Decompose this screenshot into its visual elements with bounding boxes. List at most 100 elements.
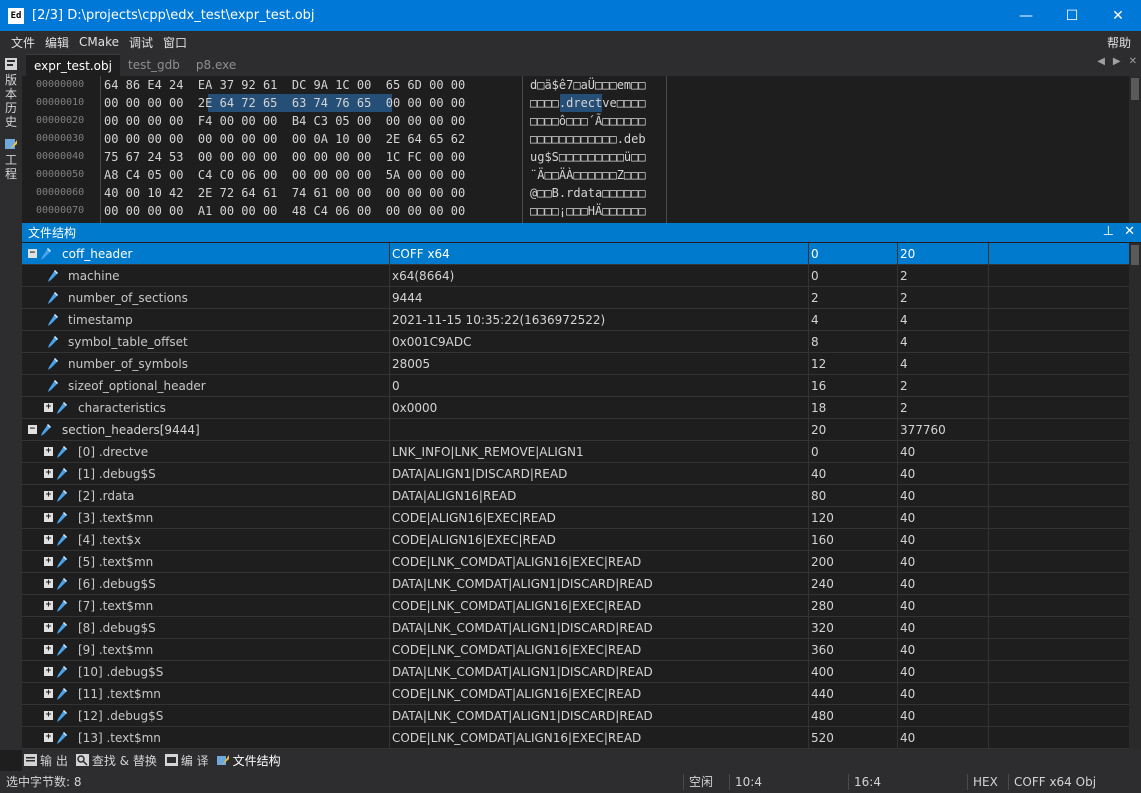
hex-bytes[interactable]: 00 00 00 00 A1 00 00 00 48 C4 06 00 00 0… <box>104 202 465 220</box>
hex-row[interactable]: 00000040 75 67 24 53 00 00 00 00 00 00 00… <box>22 148 1122 166</box>
menu-help[interactable]: 帮助 <box>1107 34 1131 51</box>
tree-scrollbar-thumb[interactable] <box>1131 245 1139 265</box>
menu-cmake[interactable]: CMake <box>74 35 124 49</box>
tree-row[interactable]: + [12] .debug$S DATA|LNK_COMDAT|ALIGN1|DIS… <box>22 705 1129 727</box>
hex-bytes[interactable]: 64 86 E4 24 EA 37 92 61 DC 9A 1C 00 65 6… <box>104 76 465 94</box>
hex-ascii[interactable]: @□□B.rdata□□□□□□ <box>530 184 646 202</box>
menu-window[interactable]: 窗口 <box>158 34 192 51</box>
hex-row[interactable]: 00000060 40 00 10 42 2E 72 64 61 74 61 00… <box>22 184 1122 202</box>
tab-expr-test-obj[interactable]: expr_test.obj <box>26 54 120 76</box>
tree-row[interactable]: + [2] .rdata DATA|ALIGN16|READ 80 40 <box>22 485 1129 507</box>
expand-icon[interactable]: + <box>44 491 53 500</box>
tree-scrollbar[interactable] <box>1129 243 1141 749</box>
tree-row[interactable]: + [11] .text$mn CODE|LNK_COMDAT|ALIGN16|EX… <box>22 683 1129 705</box>
tree-row[interactable]: + characteristics 0x0000 18 2 <box>22 397 1129 419</box>
expand-icon[interactable]: + <box>44 469 53 478</box>
tab-scroll-right-icon[interactable]: ▶ <box>1113 56 1121 67</box>
tree-row[interactable]: + [13] .text$mn CODE|LNK_COMDAT|ALIGN16|EX… <box>22 727 1129 749</box>
expand-icon[interactable]: + <box>44 535 53 544</box>
tree-row[interactable]: + [9] .text$mn CODE|LNK_COMDAT|ALIGN16|EXE… <box>22 639 1129 661</box>
pin-icon[interactable]: ⊥ <box>1103 224 1114 239</box>
hex-bytes[interactable]: 40 00 10 42 2E 72 64 61 74 61 00 00 00 0… <box>104 184 465 202</box>
tree-row[interactable]: + [7] .text$mn CODE|LNK_COMDAT|ALIGN16|EXE… <box>22 595 1129 617</box>
hex-bytes[interactable]: 00 00 00 00 F4 00 00 00 B4 C3 05 00 00 0… <box>104 112 465 130</box>
hex-row[interactable]: 00000000 64 86 E4 24 EA 37 92 61 DC 9A 1C… <box>22 76 1122 94</box>
tree-row[interactable]: timestamp 2021-11-15 10:35:22(1636972522)… <box>22 309 1129 331</box>
tree-field-offset: 40 <box>811 467 827 481</box>
expand-icon[interactable]: + <box>44 601 53 610</box>
tree-field-name: [5] .text$mn <box>78 555 154 569</box>
hex-ascii[interactable]: □□□□¡□□□HÄ□□□□□□ <box>530 202 646 220</box>
tree-row[interactable]: + [8] .debug$S DATA|LNK_COMDAT|ALIGN1|DISC… <box>22 617 1129 639</box>
field-icon <box>57 512 67 524</box>
tree-row[interactable]: machine x64(8664) 0 2 <box>22 265 1129 287</box>
hex-row[interactable]: 00000020 00 00 00 00 F4 00 00 00 B4 C3 05… <box>22 112 1122 130</box>
hex-bytes[interactable]: 75 67 24 53 00 00 00 00 00 00 00 00 1C F… <box>104 148 465 166</box>
tab-close-icon[interactable]: ✕ <box>1129 56 1137 67</box>
tree-row[interactable]: + [0] .drectve LNK_INFO|LNK_REMOVE|ALIGN1 0… <box>22 441 1129 463</box>
hex-ascii[interactable]: ¨Ä□□ÄÀ□□□□□□Z□□□ <box>530 166 646 184</box>
tree-row[interactable]: + [10] .debug$S DATA|LNK_COMDAT|ALIGN1|DIS… <box>22 661 1129 683</box>
expand-icon[interactable]: + <box>44 403 53 412</box>
close-window-button[interactable]: ✕ <box>1095 0 1141 31</box>
dock-tab-version-history[interactable]: 版本历史 <box>0 53 22 129</box>
tree-row[interactable]: − section_headers[9444] 20 377760 <box>22 419 1129 441</box>
menu-debug[interactable]: 调试 <box>124 34 158 51</box>
tree-row[interactable]: + [4] .text$x CODE|ALIGN16|EXEC|READ 160 40 <box>22 529 1129 551</box>
tree-row[interactable]: number_of_sections 9444 2 2 <box>22 287 1129 309</box>
bottom-tab-output[interactable]: 输 出 <box>24 752 68 769</box>
expand-icon[interactable]: + <box>44 667 53 676</box>
hex-row[interactable]: 00000030 00 00 00 00 00 00 00 00 00 0A 10… <box>22 130 1122 148</box>
tab-scroll-left-icon[interactable]: ◀ <box>1097 56 1105 67</box>
hex-bytes[interactable]: 00 00 00 00 2E 64 72 65 63 74 76 65 00 0… <box>104 94 465 112</box>
hex-ascii[interactable]: ug$S□□□□□□□□□ü□□ <box>530 148 646 166</box>
hex-scrollbar-thumb[interactable] <box>1131 78 1139 100</box>
hex-ascii[interactable]: □□□□.drectve□□□□ <box>530 94 646 112</box>
collapse-icon[interactable]: − <box>28 249 37 258</box>
hex-view[interactable]: 00000000 64 86 E4 24 EA 37 92 61 DC 9A 1C… <box>22 76 1141 223</box>
hex-bytes[interactable]: A8 C4 05 00 C4 C0 06 00 00 00 00 00 5A 0… <box>104 166 465 184</box>
tree-row[interactable]: + [3] .text$mn CODE|ALIGN16|EXEC|READ 120 40 <box>22 507 1129 529</box>
minimize-button[interactable]: — <box>1003 0 1049 31</box>
column-divider <box>988 573 989 595</box>
menu-file[interactable]: 文件 <box>6 34 40 51</box>
bottom-tab-search-replace[interactable]: 查找 & 替换 <box>75 752 157 769</box>
structure-tree[interactable]: − coff_header COFF x64 0 20 machine x64(8664) 0… <box>22 243 1129 749</box>
expand-icon[interactable]: + <box>44 689 53 698</box>
bottom-tab-build[interactable]: 编 译 <box>164 752 209 769</box>
hex-row[interactable]: 00000050 A8 C4 05 00 C4 C0 06 00 00 00 00… <box>22 166 1122 184</box>
bottom-tab-file-structure[interactable]: 文件结构 <box>216 752 281 769</box>
tree-row[interactable]: + [6] .debug$S DATA|LNK_COMDAT|ALIGN1|DISC… <box>22 573 1129 595</box>
expand-icon[interactable]: + <box>44 711 53 720</box>
collapse-icon[interactable]: − <box>28 425 37 434</box>
menu-edit[interactable]: 编辑 <box>40 34 74 51</box>
expand-icon[interactable]: + <box>44 645 53 654</box>
expand-icon[interactable]: + <box>44 623 53 632</box>
expand-icon[interactable]: + <box>44 557 53 566</box>
dock-tab-project[interactable]: 工程 <box>0 133 22 181</box>
hex-ascii[interactable]: □□□□□□□□□□□□.deb <box>530 130 646 148</box>
tree-row[interactable]: sizeof_optional_header 0 16 2 <box>22 375 1129 397</box>
expand-icon[interactable]: + <box>44 579 53 588</box>
tree-field-offset: 120 <box>811 511 834 525</box>
tree-row[interactable]: + [1] .debug$S DATA|ALIGN1|DISCARD|READ 40 4… <box>22 463 1129 485</box>
tree-row[interactable]: − coff_header COFF x64 0 20 <box>22 243 1129 265</box>
tree-field-value: DATA|LNK_COMDAT|ALIGN1|DISCARD|READ <box>392 665 653 679</box>
hex-row[interactable]: 00000010 00 00 00 00 2E 64 72 65 63 74 76… <box>22 94 1122 112</box>
expand-icon[interactable]: + <box>44 733 53 742</box>
tree-field-value: DATA|LNK_COMDAT|ALIGN1|DISCARD|READ <box>392 621 653 635</box>
tree-row[interactable]: symbol_table_offset 0x001C9ADC 8 4 <box>22 331 1129 353</box>
expand-icon[interactable]: + <box>44 513 53 522</box>
tab-test-gdb[interactable]: test_gdb <box>120 54 188 76</box>
tree-row[interactable]: + [5] .text$mn CODE|LNK_COMDAT|ALIGN16|EXE… <box>22 551 1129 573</box>
tree-row[interactable]: number_of_symbols 28005 12 4 <box>22 353 1129 375</box>
maximize-button[interactable]: ☐ <box>1049 0 1095 31</box>
hex-bytes[interactable]: 00 00 00 00 00 00 00 00 00 0A 10 00 2E 6… <box>104 130 465 148</box>
hex-ascii[interactable]: d□ä$ê7□aÜ□□□em□□ <box>530 76 646 94</box>
expand-icon[interactable]: + <box>44 447 53 456</box>
hex-ascii[interactable]: □□□□ô□□□´Ã□□□□□□ <box>530 112 646 130</box>
hex-row[interactable]: 00000070 00 00 00 00 A1 00 00 00 48 C4 06… <box>22 202 1122 220</box>
hex-scrollbar[interactable] <box>1129 76 1141 223</box>
panel-close-icon[interactable]: ✕ <box>1124 224 1135 239</box>
tab-p8-exe[interactable]: p8.exe <box>188 54 244 76</box>
